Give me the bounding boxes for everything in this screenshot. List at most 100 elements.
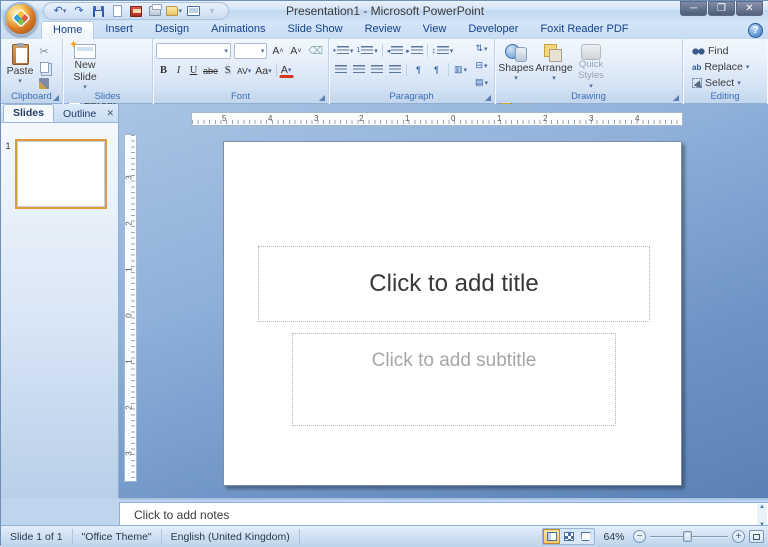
horizontal-ruler: 5 4 3 2 1 0 1 2 3 4 [191,112,683,126]
redo-button[interactable]: ↷ [71,4,87,19]
numbering-button[interactable]: 1▾ [355,43,378,58]
new-document-button[interactable] [109,4,125,19]
new-slide-button[interactable]: New Slide ▾ [66,41,104,91]
drawing-dialog-launcher-icon[interactable]: ◢ [673,93,679,102]
cut-button[interactable]: ✂ [36,44,52,58]
zoom-out-button[interactable]: − [633,530,646,543]
zoom-in-button[interactable]: + [732,530,745,543]
slides-tab[interactable]: Slides [3,104,54,122]
restore-button[interactable]: ❐ [708,1,735,16]
editing-group-label: Editing [684,91,766,103]
increase-indent-button[interactable]: ▸ [405,43,424,58]
font-color-button[interactable]: A▾ [279,64,294,78]
align-right-icon [371,65,383,74]
ribbon-group-slides: New Slide ▾ Layout▾ Reset ✗Delete Slides [63,39,153,104]
tab-view[interactable]: View [412,21,458,39]
shrink-font-button[interactable]: A˅ [288,44,303,59]
slide-canvas[interactable]: Click to add title Click to add subtitle [223,141,682,486]
vertical-ruler: 3 2 1 0 1 2 3 [124,134,137,482]
tab-home[interactable]: Home [41,21,94,39]
customize-qat-button[interactable]: ▿ [204,4,220,19]
minimize-button[interactable]: ─ [680,1,707,16]
slide-sorter-icon [564,532,574,541]
format-painter-button[interactable] [36,76,52,90]
email-icon [130,6,142,17]
text-shadow-button[interactable]: S [220,63,235,78]
paragraph-dialog-launcher-icon[interactable]: ◢ [485,93,491,102]
outline-tab[interactable]: Outline [54,106,105,122]
slide-show-view-button[interactable] [577,529,594,544]
arrange-button[interactable]: Arrange ▾ [534,41,574,91]
zoom-slider[interactable] [650,530,728,543]
subtitle-placeholder[interactable]: Click to add subtitle [292,333,616,426]
quick-styles-button[interactable]: Quick Styles ▾ [574,41,608,91]
bullets-button[interactable]: •▾ [332,43,354,58]
columns-button[interactable]: ▥▾ [452,62,469,77]
office-button[interactable] [4,2,38,36]
convert-to-smartart-button[interactable]: ▤▾ [473,75,490,90]
clipboard-dialog-launcher-icon[interactable]: ◢ [53,93,59,102]
clear-formatting-button[interactable]: ⌫ [306,44,325,59]
tab-review[interactable]: Review [354,21,412,39]
zoom-slider-thumb[interactable] [683,531,692,542]
align-center-button[interactable] [350,62,367,77]
text-direction-button[interactable]: ⇅▾ [473,41,490,56]
slide-sorter-view-button[interactable] [560,529,577,544]
select-button[interactable]: Select▾ [690,76,751,90]
underline-button[interactable]: U [186,63,201,78]
clipboard-group-label[interactable]: Clipboard◢ [2,91,61,103]
save-button[interactable] [90,4,106,19]
fit-slide-to-window-button[interactable] [749,530,764,543]
align-text-button[interactable]: ⊟▾ [473,58,490,73]
quick-print-button[interactable] [147,4,163,19]
right-to-left-button[interactable]: ¶ [428,62,445,77]
bold-button[interactable]: B [156,63,171,78]
grow-font-button[interactable]: A˄ [270,44,285,59]
align-right-button[interactable] [368,62,385,77]
left-to-right-button[interactable]: ¶ [410,62,427,77]
tab-developer[interactable]: Developer [457,21,529,39]
tab-insert[interactable]: Insert [94,21,144,39]
replace-button[interactable]: abReplace▾ [690,60,751,74]
open-button[interactable]: ▾ [166,4,182,19]
font-group-label[interactable]: Font◢ [154,91,327,103]
italic-button[interactable]: I [171,63,186,78]
font-dialog-launcher-icon[interactable]: ◢ [319,93,325,102]
help-button[interactable]: ? [748,23,763,38]
language-indicator[interactable]: English (United Kingdom) [162,529,300,545]
strikethrough-button[interactable]: abe [201,63,220,78]
character-spacing-button[interactable]: AV▾ [235,63,253,78]
close-button[interactable]: ✕ [736,1,763,16]
copy-button[interactable] [36,60,52,74]
undo-button[interactable]: ↶▾ [52,4,68,19]
tab-design[interactable]: Design [144,21,200,39]
tab-foxit-reader-pdf[interactable]: Foxit Reader PDF [529,21,639,39]
justify-button[interactable] [386,62,403,77]
scroll-up-icon[interactable]: ▲ [759,504,765,510]
align-left-button[interactable] [332,62,349,77]
change-case-button[interactable]: Aa▾ [253,63,273,78]
theme-indicator[interactable]: "Office Theme" [73,529,162,545]
close-panel-icon[interactable]: ✕ [106,108,114,119]
decrease-indent-button[interactable]: ◂ [386,43,405,58]
slide-thumbnail[interactable] [15,139,107,209]
line-spacing-button[interactable]: ↕▾ [431,43,455,58]
slide-show-button[interactable] [185,4,201,19]
normal-view-icon [547,532,557,541]
normal-view-button[interactable] [543,529,560,544]
shapes-button[interactable]: Shapes ▾ [498,41,534,91]
tab-animations[interactable]: Animations [200,21,276,39]
folder-icon [166,6,178,16]
find-button[interactable]: Find [690,44,751,58]
drawing-group-label[interactable]: Drawing◢ [496,91,681,103]
paste-button[interactable]: Paste ▾ [4,41,36,91]
font-size-select[interactable]: ▾ [234,43,268,59]
slide-indicator[interactable]: Slide 1 of 1 [1,529,73,545]
font-name-select[interactable]: ▾ [156,43,231,59]
email-button[interactable] [128,4,144,19]
zoom-level[interactable]: 64% [599,531,629,543]
paragraph-group-label[interactable]: Paragraph◢ [330,91,493,103]
ribbon: Paste ▾ ✂ Clipboard◢ New Slide ▾ [1,39,768,104]
tab-slide-show[interactable]: Slide Show [277,21,354,39]
title-placeholder[interactable]: Click to add title [258,246,650,322]
